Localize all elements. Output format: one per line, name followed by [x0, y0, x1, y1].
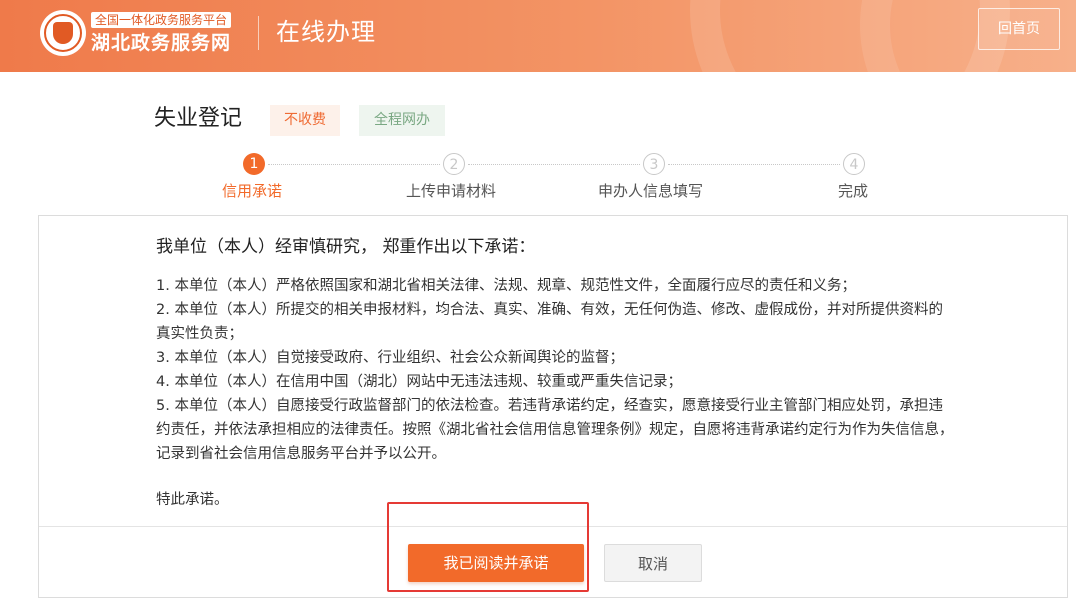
step-3-label: 申办人信息填写 — [598, 182, 704, 200]
step-connector — [668, 164, 840, 165]
step-connector — [468, 164, 640, 165]
logo-subtitle: 全国一体化政务服务平台 — [91, 12, 232, 28]
pledge-intro: 我单位（本人）经审慎研究， 郑重作出以下承诺： — [156, 237, 536, 257]
pledge-clauses: 1. 本单位（本人）严格依照国家和湖北省相关法律、法规、规章、规范性文件，全面履… — [156, 274, 956, 466]
logo-title[interactable]: 湖北政务服务网 — [91, 31, 231, 55]
emblem-logo-icon[interactable] — [40, 10, 86, 56]
pledge-clause: 2. 本单位（本人）所提交的相关申报材料，均合法、真实、准确、有效，无任何伪造、… — [156, 302, 943, 342]
step-1-label: 信用承诺 — [222, 182, 283, 200]
pledge-clause: 1. 本单位（本人）严格依照国家和湖北省相关法律、法规、规章、规范性文件，全面履… — [156, 278, 856, 294]
step-4-number: 4 — [843, 153, 865, 175]
agree-and-pledge-button[interactable]: 我已阅读并承诺 — [408, 544, 584, 582]
step-connector — [268, 164, 440, 165]
step-1-number: 1 — [243, 153, 265, 175]
pledge-closing: 特此承诺。 — [156, 492, 229, 508]
home-button[interactable]: 回首页 — [978, 8, 1060, 50]
fully-online-tag: 全程网办 — [359, 105, 445, 136]
pledge-clause: 3. 本单位（本人）自觉接受政府、行业组织、社会公众新闻舆论的监督； — [156, 350, 624, 366]
page-title: 失业登记 — [154, 106, 243, 131]
section-title: 在线办理 — [276, 18, 376, 46]
step-2-number: 2 — [443, 153, 465, 175]
step-3-number: 3 — [643, 153, 665, 175]
pledge-clause: 5. 本单位（本人）自愿接受行政监督部门的依法检查。若违背承诺约定，经查实，愿意… — [156, 398, 954, 462]
free-tag: 不收费 — [270, 105, 340, 136]
header-divider — [258, 16, 259, 50]
step-2-label: 上传申请材料 — [406, 182, 497, 200]
cancel-button[interactable]: 取消 — [604, 544, 702, 582]
step-4-label: 完成 — [838, 182, 869, 200]
pledge-clause: 4. 本单位（本人）在信用中国（湖北）网站中无违法违规、较重或严重失信记录； — [156, 374, 682, 390]
top-header: 全国一体化政务服务平台 湖北政务服务网 在线办理 回首页 — [0, 0, 1076, 72]
